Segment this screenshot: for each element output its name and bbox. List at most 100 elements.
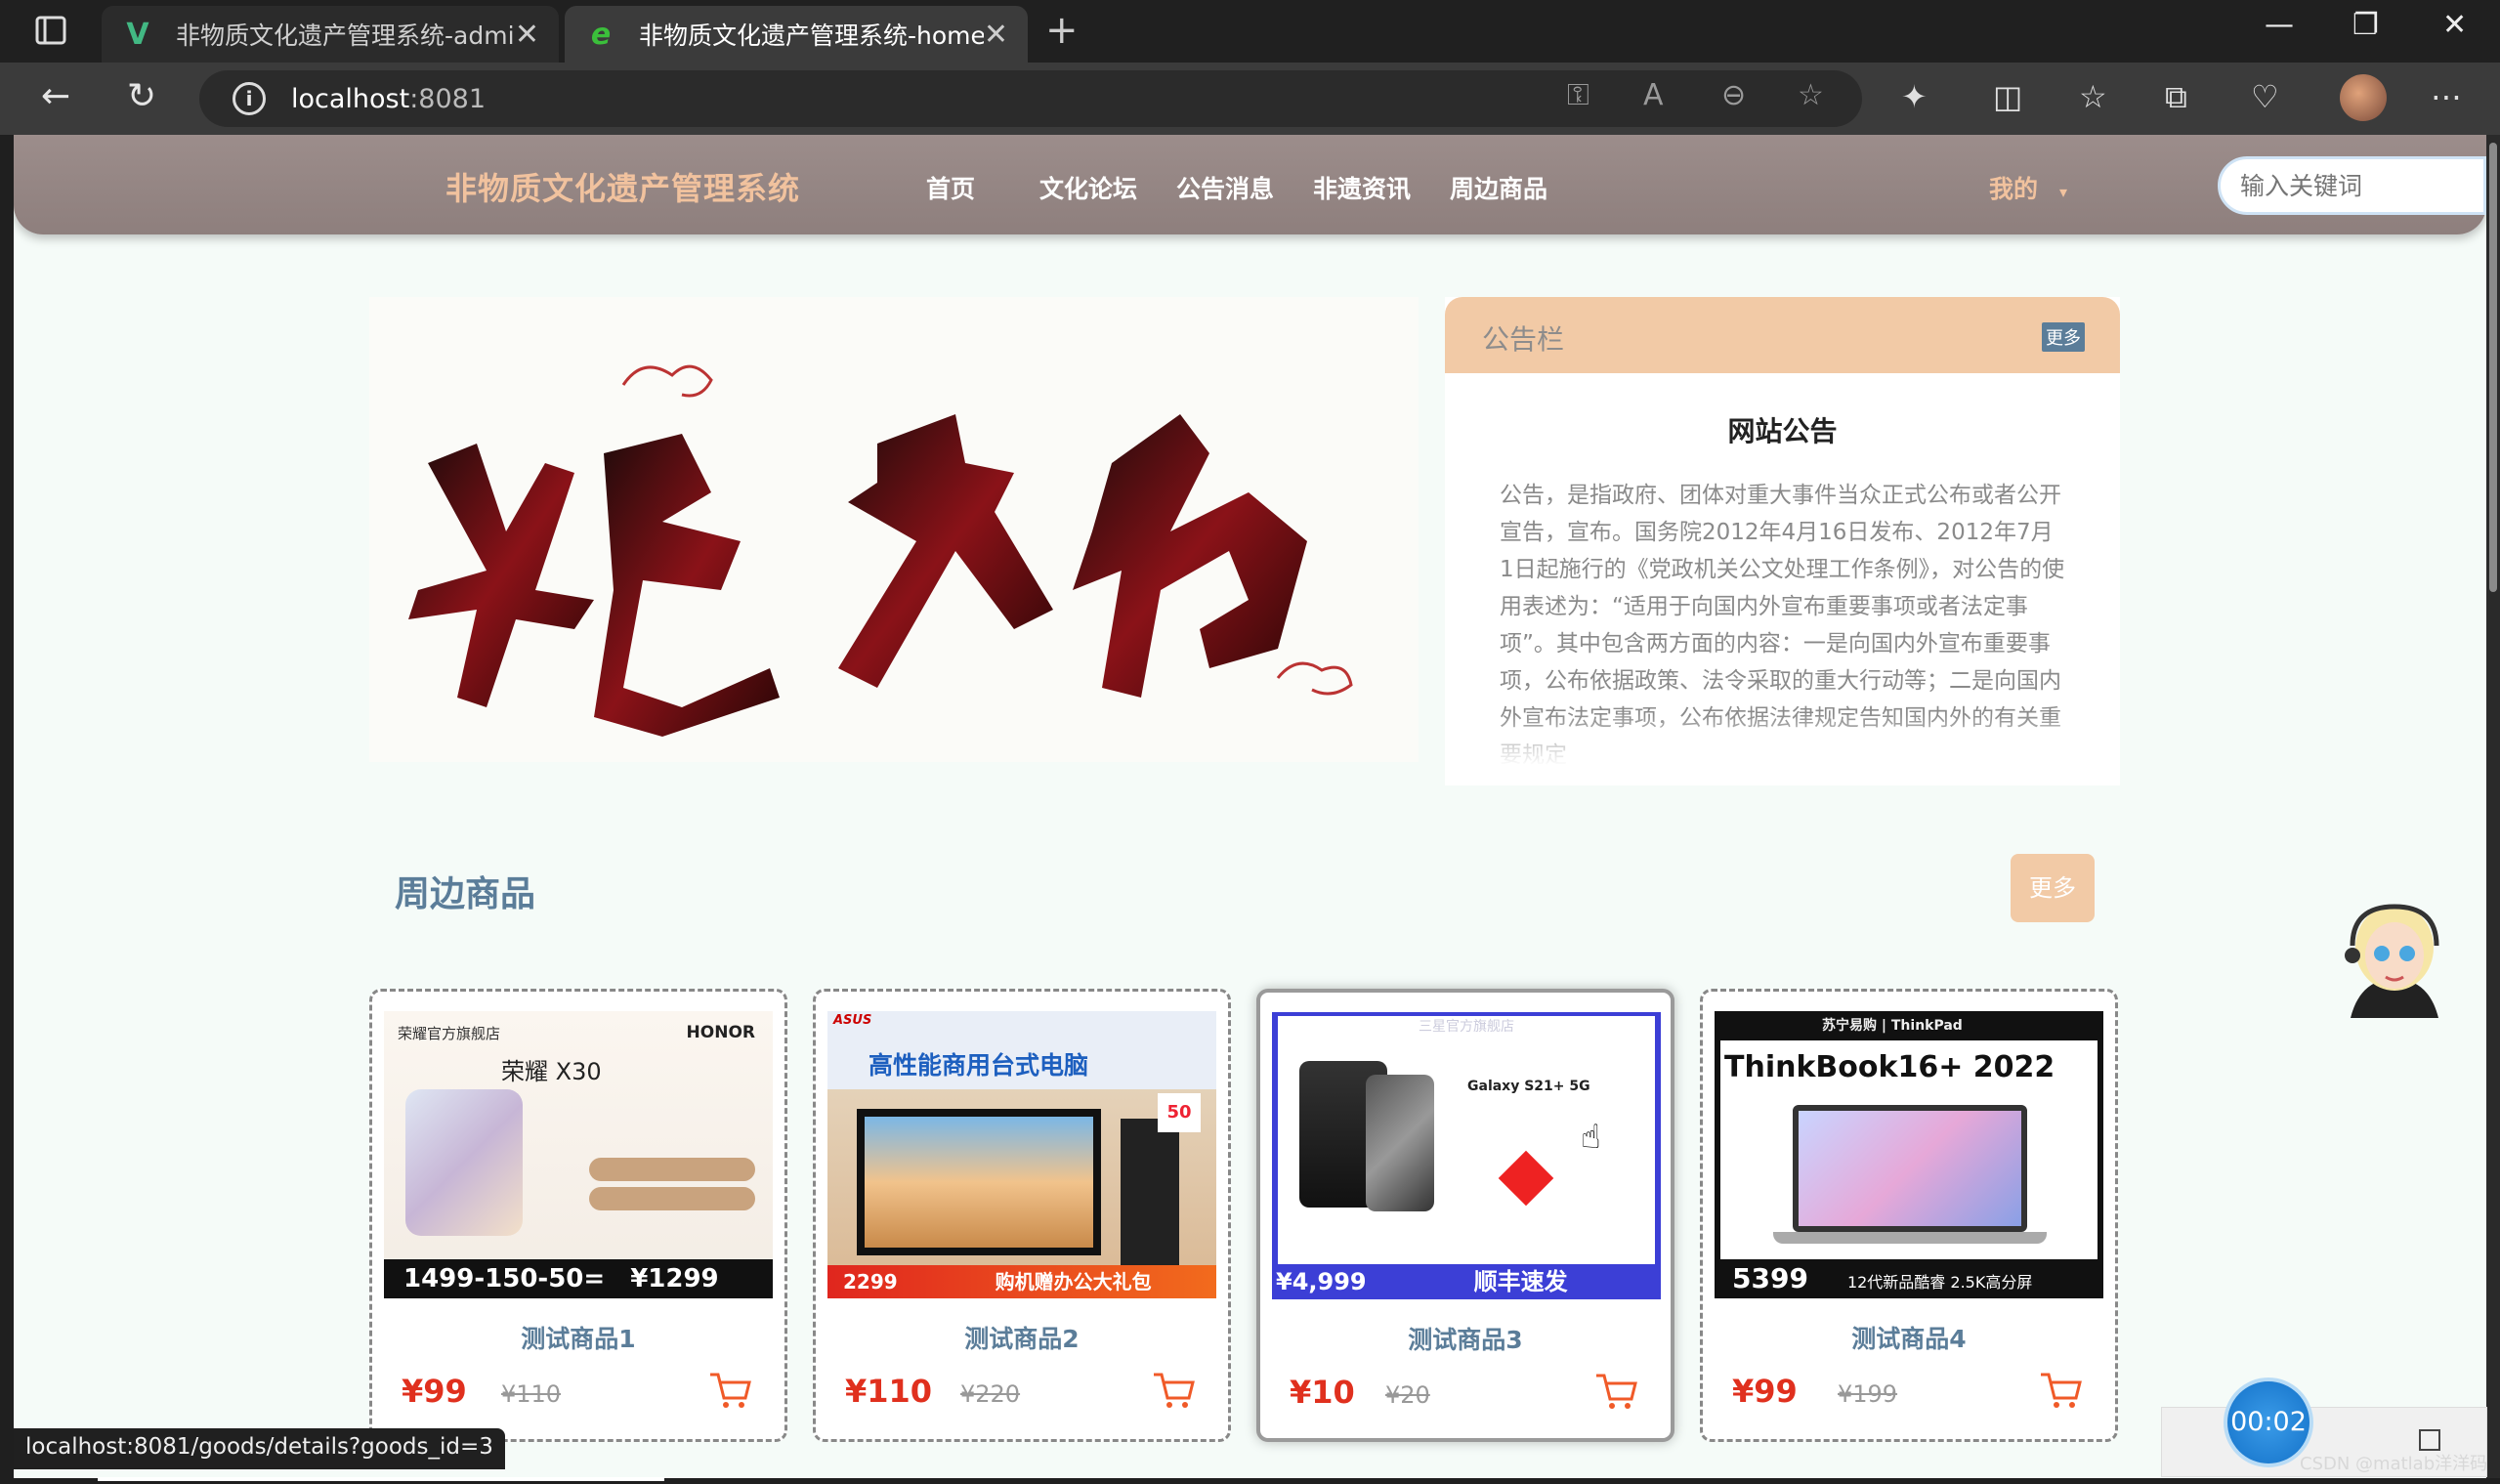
goods-original-price: ¥20 bbox=[1385, 1381, 1430, 1409]
goods-section-title: 周边商品 bbox=[395, 874, 536, 914]
goods-name[interactable]: 测试商品4 bbox=[1703, 1320, 2115, 1355]
nav-news[interactable]: 非遗资讯 bbox=[1313, 170, 1411, 205]
goods-card[interactable]: 三星官方旗舰店 Galaxy S21+ 5G ¥4,999 顺丰速发 ☝ 测试商品… bbox=[1256, 989, 1674, 1442]
image-brand: HONOR bbox=[686, 1023, 755, 1042]
site-info-icon[interactable]: i bbox=[233, 82, 266, 115]
caret-down-icon: ▾ bbox=[2059, 183, 2068, 201]
image-model: ThinkBook16+ 2022 bbox=[1724, 1050, 2055, 1084]
goods-image[interactable]: ASUS 高性能商用台式电脑 50 2299 购机赠办公大礼包 bbox=[827, 1011, 1216, 1298]
browser-tab-bar: V 非物质文化遗产管理系统-admin ✕ e 非物质文化遗产管理系统-home… bbox=[0, 0, 2500, 63]
notice-title: 公告栏 bbox=[1482, 323, 1565, 356]
goods-price: ¥99 bbox=[1732, 1373, 1798, 1410]
goods-image[interactable]: 苏宁易购 | ThinkPad ThinkBook16+ 2022 5399 12… bbox=[1715, 1011, 2103, 1298]
nav-home[interactable]: 首页 bbox=[926, 170, 975, 205]
address-bar[interactable]: i localhost:8081 bbox=[199, 70, 1862, 127]
tab-title: 非物质文化遗产管理系统-admin bbox=[176, 21, 515, 50]
more-menu-icon[interactable]: ⋯ bbox=[2431, 78, 2462, 115]
cart-icon[interactable] bbox=[1594, 1372, 1637, 1411]
page-scrollbar[interactable] bbox=[2486, 135, 2500, 1478]
goods-name[interactable]: 测试商品1 bbox=[372, 1320, 784, 1355]
nav-goods[interactable]: 周边商品 bbox=[1450, 170, 1547, 205]
tab-title: 非物质文化遗产管理系统-home bbox=[639, 21, 984, 50]
back-icon[interactable]: ← bbox=[41, 76, 70, 116]
scrollbar-thumb[interactable] bbox=[2489, 143, 2497, 592]
image-brand: ThinkPad bbox=[1890, 1018, 1963, 1034]
extensions-icon[interactable]: ✦ bbox=[1901, 78, 1928, 115]
bottom-indicator bbox=[98, 1477, 664, 1481]
split-screen-icon[interactable]: ◫ bbox=[1993, 78, 2022, 115]
profile-avatar[interactable] bbox=[2340, 74, 2387, 121]
nav-announcements[interactable]: 公告消息 bbox=[1176, 170, 1274, 205]
page-viewport: 非物质文化遗产管理系统 首页 文化论坛 公告消息 非遗资讯 周边商品 我的 ▾ bbox=[14, 135, 2486, 1478]
goods-price: ¥110 bbox=[845, 1373, 933, 1410]
goods-price: ¥99 bbox=[402, 1373, 467, 1410]
cart-icon[interactable] bbox=[708, 1371, 751, 1410]
close-tab-icon[interactable]: ✕ bbox=[984, 18, 1008, 52]
search-input[interactable] bbox=[2218, 156, 2486, 215]
notice-text: 公告，是指政府、团体对重大事件当众正式公布或者公开宣告，宣布。国务院2012年4… bbox=[1500, 483, 2065, 766]
goods-card[interactable]: ASUS 高性能商用台式电脑 50 2299 购机赠办公大礼包 测试商品2 ¥11… bbox=[813, 989, 1231, 1442]
goods-more-button[interactable]: 更多 bbox=[2011, 854, 2095, 922]
image-brand: ASUS bbox=[833, 1013, 872, 1028]
my-menu[interactable]: 我的 ▾ bbox=[1989, 170, 2067, 205]
notice-board: 公告栏 更多 网站公告 公告，是指政府、团体对重大事件当众正式公布或者公开宣告，… bbox=[1445, 297, 2120, 785]
goods-original-price: ¥220 bbox=[960, 1380, 1021, 1408]
tab-home[interactable]: e 非物质文化遗产管理系统-home ✕ bbox=[565, 6, 1028, 63]
collections-icon[interactable]: ⧉ bbox=[2165, 78, 2187, 116]
banner-image[interactable] bbox=[369, 297, 1419, 762]
key-icon[interactable]: ⚿ bbox=[1567, 78, 1589, 112]
notice-header: 公告栏 更多 bbox=[1445, 297, 2120, 373]
my-menu-label: 我的 bbox=[1989, 175, 2039, 203]
status-url: localhost:8081/goods/details?goods_id=3 bbox=[14, 1428, 505, 1469]
close-window-icon[interactable]: ✕ bbox=[2442, 8, 2467, 42]
hand-cursor-icon: ☝ bbox=[1581, 1118, 1601, 1157]
image-model: 荣耀 X30 bbox=[501, 1058, 602, 1085]
url-port: :8081 bbox=[409, 83, 487, 114]
goods-image[interactable]: 荣耀官方旗舰店 HONOR 荣耀 X30 1499-150-50= ¥1299 bbox=[384, 1011, 773, 1298]
refresh-icon[interactable]: ↻ bbox=[127, 76, 156, 116]
image-final-price: 购机赠办公大礼包 bbox=[995, 1270, 1152, 1293]
favorites-icon[interactable]: ☆ bbox=[2079, 78, 2107, 115]
image-price: 1499-150-50= bbox=[403, 1264, 606, 1293]
new-tab-icon[interactable]: + bbox=[1045, 8, 1079, 53]
image-final-price: 12代新品酷睿 2.5K高分屏 bbox=[1846, 1273, 2033, 1292]
goods-card[interactable]: 荣耀官方旗舰店 HONOR 荣耀 X30 1499-150-50= ¥1299 测… bbox=[369, 989, 787, 1442]
goods-card[interactable]: 苏宁易购 | ThinkPad ThinkBook16+ 2022 5399 12… bbox=[1700, 989, 2118, 1442]
image-final-price: 顺丰速发 bbox=[1473, 1268, 1568, 1295]
browser-essentials-icon[interactable]: ♡ bbox=[2251, 78, 2279, 115]
site-logo[interactable]: 非物质文化遗产管理系统 bbox=[445, 164, 800, 209]
goods-price: ¥10 bbox=[1290, 1374, 1355, 1411]
watermark: CSDN @matlab洋洋码 bbox=[2300, 1454, 2488, 1474]
image-price: 2299 bbox=[843, 1270, 898, 1293]
cart-icon[interactable] bbox=[2039, 1371, 2082, 1410]
goods-original-price: ¥110 bbox=[501, 1380, 562, 1408]
close-tab-icon[interactable]: ✕ bbox=[515, 18, 539, 52]
site-header: 非物质文化遗产管理系统 首页 文化论坛 公告消息 非遗资讯 周边商品 我的 ▾ bbox=[14, 135, 2486, 234]
minimize-icon[interactable]: — bbox=[2265, 8, 2294, 42]
image-price: ¥4,999 bbox=[1276, 1268, 1367, 1295]
customer-service-mascot[interactable] bbox=[2331, 897, 2458, 1018]
url-host: localhost bbox=[291, 83, 410, 114]
cart-icon[interactable] bbox=[1152, 1371, 1195, 1410]
vue-icon: V bbox=[126, 17, 149, 52]
goods-name[interactable]: 测试商品3 bbox=[1260, 1321, 1671, 1356]
address-toolbar: ← ↻ i localhost:8081 ⚿ A ⊖ ☆ ✦ ◫ ☆ ⧉ ♡ ⋯ bbox=[0, 63, 2500, 135]
notice-more-button[interactable]: 更多 bbox=[2042, 322, 2085, 352]
image-brand: 三星官方旗舰店 bbox=[1419, 1019, 1514, 1035]
goods-original-price: ¥199 bbox=[1838, 1380, 1898, 1408]
edge-e-icon: e bbox=[590, 17, 612, 52]
square-icon[interactable] bbox=[2419, 1429, 2440, 1451]
restore-icon[interactable]: ❐ bbox=[2352, 8, 2379, 42]
read-aloud-icon[interactable]: A bbox=[1643, 78, 1664, 112]
goods-image[interactable]: 三星官方旗舰店 Galaxy S21+ 5G ¥4,999 顺丰速发 ☝ bbox=[1272, 1012, 1661, 1299]
nav-forum[interactable]: 文化论坛 bbox=[1039, 170, 1137, 205]
image-model: Galaxy S21+ 5G bbox=[1467, 1079, 1590, 1094]
tab-admin[interactable]: V 非物质文化遗产管理系统-admin ✕ bbox=[102, 6, 559, 63]
zoom-icon[interactable]: ⊖ bbox=[1721, 78, 1746, 112]
goods-name[interactable]: 测试商品2 bbox=[816, 1320, 1228, 1355]
sidebar-toggle-icon[interactable] bbox=[20, 14, 78, 49]
notice-heading[interactable]: 网站公告 bbox=[1445, 410, 2120, 449]
image-model: 高性能商用台式电脑 bbox=[869, 1051, 1089, 1080]
favorite-star-icon[interactable]: ☆ bbox=[1798, 78, 1824, 112]
image-price: 5399 bbox=[1732, 1262, 1808, 1294]
